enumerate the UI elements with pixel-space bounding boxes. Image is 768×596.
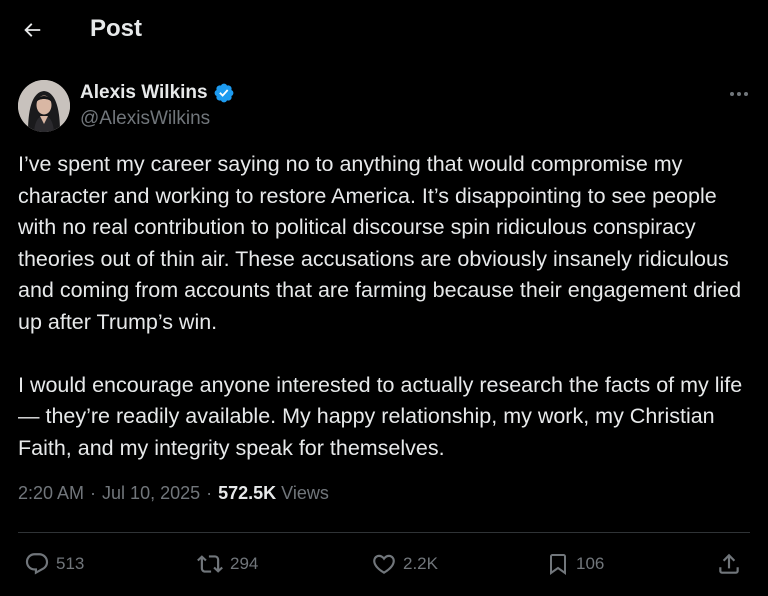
share-button[interactable] bbox=[716, 551, 742, 577]
avatar[interactable] bbox=[18, 80, 70, 132]
post-meta: 2:20 AM · Jul 10, 2025 · 572.5K Views bbox=[18, 483, 329, 504]
repost-count: 294 bbox=[230, 554, 259, 573]
meta-separator: · bbox=[206, 483, 213, 503]
bookmark-count: 106 bbox=[576, 554, 605, 573]
bookmark-icon bbox=[550, 554, 566, 575]
arrow-left-icon bbox=[24, 23, 41, 37]
reply-count: 513 bbox=[56, 554, 85, 573]
views-count[interactable]: 572.5K bbox=[218, 483, 276, 504]
share-icon bbox=[719, 553, 739, 574]
more-dots-icon bbox=[730, 92, 748, 96]
author-display-name[interactable]: Alexis Wilkins bbox=[80, 82, 208, 104]
like-count: 2.2K bbox=[403, 554, 438, 573]
author-name-row: Alexis Wilkins bbox=[80, 82, 235, 104]
like-button[interactable]: 2.2K bbox=[371, 551, 438, 577]
post-text: I’ve spent my career saying no to anythi… bbox=[18, 149, 758, 464]
profile-photo-icon bbox=[18, 80, 70, 132]
post-paragraph: I would encourage anyone interested to a… bbox=[18, 372, 743, 460]
repost-icon bbox=[197, 555, 223, 573]
reply-icon bbox=[25, 553, 49, 575]
post-paragraph: I’ve spent my career saying no to anythi… bbox=[18, 152, 742, 334]
post-date[interactable]: Jul 10, 2025 bbox=[102, 483, 200, 504]
post-time[interactable]: 2:20 AM bbox=[18, 483, 84, 504]
more-options-button[interactable] bbox=[724, 82, 754, 106]
divider bbox=[18, 532, 750, 533]
back-button[interactable] bbox=[16, 14, 48, 46]
meta-separator: · bbox=[90, 483, 97, 503]
bookmark-button[interactable]: 106 bbox=[546, 551, 604, 577]
reply-button[interactable]: 513 bbox=[24, 551, 84, 577]
views-label[interactable]: Views bbox=[281, 483, 329, 504]
action-bar: 513 294 2.2K 106 bbox=[0, 545, 768, 585]
verified-badge-icon[interactable] bbox=[213, 82, 235, 104]
heart-icon bbox=[373, 554, 395, 574]
top-bar: Post bbox=[0, 0, 768, 60]
author-handle[interactable]: @AlexisWilkins bbox=[80, 108, 210, 130]
repost-button[interactable]: 294 bbox=[196, 551, 258, 577]
page-title: Post bbox=[90, 15, 143, 42]
